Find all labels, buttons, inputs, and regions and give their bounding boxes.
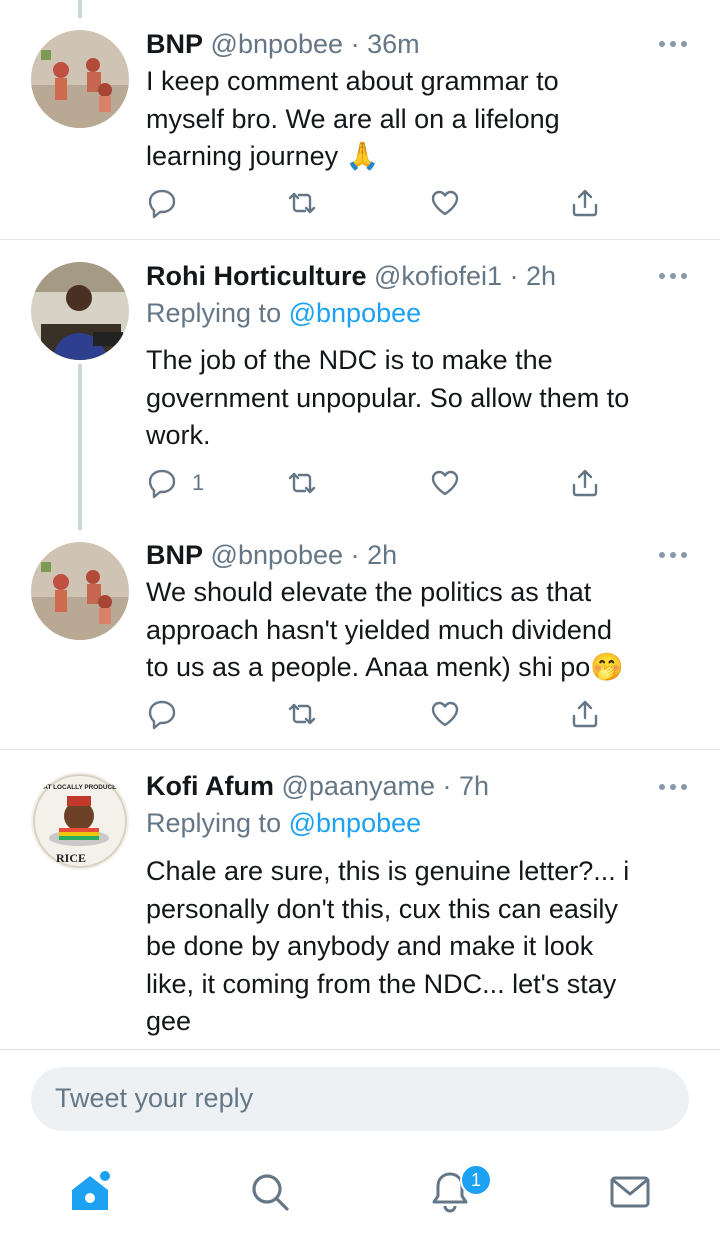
display-name[interactable]: BNP	[146, 29, 203, 59]
retweet-icon	[288, 472, 316, 494]
user-handle[interactable]: @kofiofei1	[374, 261, 502, 291]
more-options-icon[interactable]	[658, 269, 688, 281]
replying-to: Replying to @bnpobee	[146, 806, 421, 840]
avatar[interactable]	[31, 30, 129, 128]
retweet-button[interactable]	[286, 186, 318, 220]
timestamp: · 36m	[350, 29, 420, 59]
tweet-text: Chale are sure, this is genuine letter?.…	[146, 853, 696, 1041]
tweet-actions: 1	[146, 466, 616, 500]
divider	[0, 1049, 720, 1050]
share-icon	[572, 700, 598, 728]
more-options-icon[interactable]	[658, 780, 688, 792]
tweet-text-line: We should elevate the politics as that	[146, 577, 592, 607]
tweet-text-line: government unpopular. So allow them to	[146, 382, 630, 413]
heart-icon	[431, 190, 459, 216]
share-button[interactable]	[569, 186, 601, 220]
tweet-1[interactable]: BNP @bnpobee · 36m I keep comment about …	[0, 0, 720, 240]
share-button[interactable]	[569, 466, 601, 500]
tweet-4[interactable]: EAT LOCALLY PRODUCED RICE Kofi Afum @paa…	[0, 750, 720, 1050]
tab-home[interactable]	[66, 1168, 114, 1216]
tweet-2[interactable]: Rohi Horticulture @kofiofei1 · 2h Replyi…	[0, 240, 720, 530]
display-name[interactable]: Kofi Afum	[146, 771, 274, 801]
more-options-icon[interactable]	[658, 548, 688, 560]
timestamp: · 2h	[350, 540, 398, 570]
notification-badge: 1	[460, 1164, 492, 1196]
tweet-text-line: approach hasn't yielded much dividend	[146, 614, 612, 645]
reply-button[interactable]	[146, 697, 178, 731]
retweet-button[interactable]	[286, 466, 318, 500]
tweet-reply-input[interactable]: Tweet your reply	[31, 1067, 689, 1131]
retweet-button[interactable]	[286, 697, 318, 731]
more-options-icon[interactable]	[658, 37, 688, 49]
tweet-text: We should elevate the politics as that a…	[146, 574, 696, 687]
reply-placeholder: Tweet your reply	[55, 1083, 254, 1113]
tab-search[interactable]	[246, 1168, 294, 1216]
like-button[interactable]	[429, 697, 461, 731]
replying-to-label: Replying to	[146, 808, 282, 838]
messages-icon	[610, 1176, 650, 1208]
replying-to-handle[interactable]: @bnpobee	[289, 808, 422, 838]
tweet-header: BNP @bnpobee · 36m	[146, 27, 420, 61]
reply-icon	[148, 700, 176, 730]
tweet-header: Rohi Horticulture @kofiofei1 · 2h	[146, 259, 556, 293]
share-icon	[572, 469, 598, 497]
like-button[interactable]	[429, 466, 461, 500]
tweet-text: I keep comment about grammar to myself b…	[146, 63, 696, 176]
tweet-text-line: I keep comment about grammar to	[146, 66, 559, 96]
avatar-text: EAT LOCALLY PRODUCED	[39, 784, 121, 791]
like-button[interactable]	[429, 186, 461, 220]
tweet-text-line: Chale are sure, this is genuine letter?.…	[146, 856, 630, 886]
user-handle[interactable]: @paanyame	[282, 771, 436, 801]
heart-icon	[431, 701, 459, 727]
user-handle[interactable]: @bnpobee	[211, 29, 344, 59]
reply-button[interactable]	[146, 186, 178, 220]
tweet-text-line: gee	[146, 1006, 192, 1036]
avatar[interactable]	[31, 542, 129, 640]
retweet-icon	[288, 703, 316, 725]
tweet-text-line: personally don't this, cux this can easi…	[146, 893, 618, 924]
home-icon	[72, 1171, 110, 1210]
heart-icon	[431, 470, 459, 496]
tweet-text: The job of the NDC is to make the govern…	[146, 342, 696, 455]
search-icon	[252, 1174, 289, 1211]
share-button[interactable]	[569, 697, 601, 731]
tweet-text-line: to us as a people. Anaa menk) shi po🤭	[146, 652, 624, 682]
user-handle[interactable]: @bnpobee	[211, 540, 344, 570]
tweet-header: Kofi Afum @paanyame · 7h	[146, 769, 489, 803]
avatar[interactable]	[31, 262, 129, 360]
timestamp: · 7h	[442, 771, 490, 801]
tweet-3[interactable]: BNP @bnpobee · 2h We should elevate the …	[0, 530, 720, 750]
tweet-text-line: work.	[146, 420, 211, 450]
tweet-text-line: like, it coming from the NDC... let's st…	[146, 968, 617, 999]
replying-to-label: Replying to	[146, 298, 282, 328]
tab-messages[interactable]	[606, 1168, 654, 1216]
bottom-tab-bar	[0, 1150, 720, 1240]
reply-button[interactable]: 1	[146, 466, 204, 500]
retweet-icon	[288, 192, 316, 214]
replying-to: Replying to @bnpobee	[146, 296, 421, 330]
reply-icon	[148, 189, 176, 219]
tweet-header: BNP @bnpobee · 2h	[146, 538, 397, 572]
tweet-actions	[146, 697, 616, 731]
tweet-text-line: myself bro. We are all on a lifelong	[146, 103, 560, 134]
thread-line	[78, 0, 82, 18]
reply-count: 1	[192, 470, 205, 495]
tweet-actions	[146, 186, 616, 220]
display-name[interactable]: Rohi Horticulture	[146, 261, 367, 291]
replying-to-handle[interactable]: @bnpobee	[289, 298, 422, 328]
display-name[interactable]: BNP	[146, 540, 203, 570]
avatar-text: RICE	[56, 851, 86, 865]
tweet-text-line: learning journey 🙏	[146, 141, 380, 171]
avatar[interactable]: EAT LOCALLY PRODUCED RICE	[31, 772, 129, 870]
timestamp: · 2h	[509, 261, 557, 291]
reply-icon	[148, 469, 176, 499]
tweet-text-line: The job of the NDC is to make the	[146, 345, 553, 375]
share-icon	[572, 189, 598, 217]
thread-line	[78, 364, 82, 530]
tweet-text-line: be done by anybody and make it look	[146, 931, 594, 961]
